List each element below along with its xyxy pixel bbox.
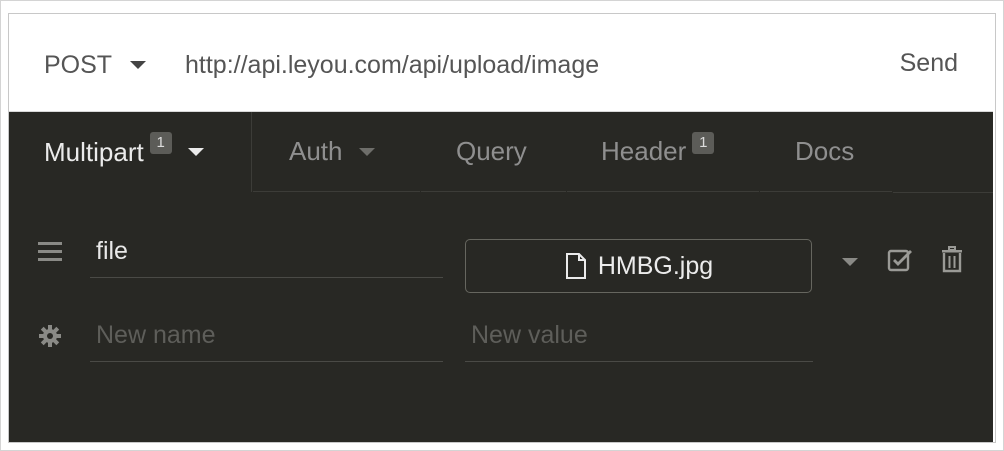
url-input[interactable]: http://api.leyou.com/api/upload/image: [185, 49, 835, 81]
app-frame: POST http://api.leyou.com/api/upload/ima…: [0, 0, 1004, 451]
tab-auth[interactable]: Auth: [253, 112, 420, 192]
method-label: POST: [44, 50, 113, 79]
tab-multipart[interactable]: Multipart 1: [9, 112, 252, 192]
url-bar: POST http://api.leyou.com/api/upload/ima…: [9, 14, 993, 112]
param-name-input[interactable]: file: [90, 224, 443, 278]
file-select-button[interactable]: HMBG.jpg: [465, 239, 812, 293]
tab-bar: Multipart 1 Auth Query Header 1 Docs: [9, 112, 993, 194]
tab-label: Multipart: [44, 136, 144, 167]
chevron-down-icon[interactable]: [842, 258, 858, 266]
request-panel: POST http://api.leyou.com/api/upload/ima…: [8, 13, 996, 443]
tab-label: Auth: [289, 136, 343, 166]
tab-label: Query: [456, 136, 527, 166]
tab-badge: 1: [692, 131, 715, 154]
new-param-row: New name New value: [9, 306, 993, 366]
new-name-input[interactable]: New name: [90, 308, 443, 362]
method-dropdown[interactable]: POST: [44, 49, 147, 81]
chevron-down-icon: [358, 147, 375, 156]
tab-badge: 1: [149, 132, 172, 154]
trash-icon[interactable]: [940, 246, 964, 274]
tab-header[interactable]: Header 1: [567, 112, 759, 192]
checkbox-checked-icon[interactable]: [887, 247, 915, 273]
chevron-down-icon: [187, 148, 204, 156]
tab-bar-filler: [893, 112, 993, 193]
request-body-pane: Multipart 1 Auth Query Header 1 Docs fil…: [9, 112, 993, 442]
chevron-down-icon: [130, 61, 147, 69]
new-value-input[interactable]: New value: [465, 308, 813, 362]
tab-docs[interactable]: Docs: [760, 112, 892, 192]
file-icon: [565, 253, 586, 279]
gear-icon[interactable]: [38, 324, 62, 348]
tab-label: Docs: [795, 136, 855, 166]
send-button[interactable]: Send: [900, 47, 958, 79]
drag-handle-icon[interactable]: [38, 242, 62, 262]
tab-query[interactable]: Query: [421, 112, 566, 192]
file-name: HMBG.jpg: [597, 251, 714, 280]
tab-label: Header: [601, 136, 687, 166]
